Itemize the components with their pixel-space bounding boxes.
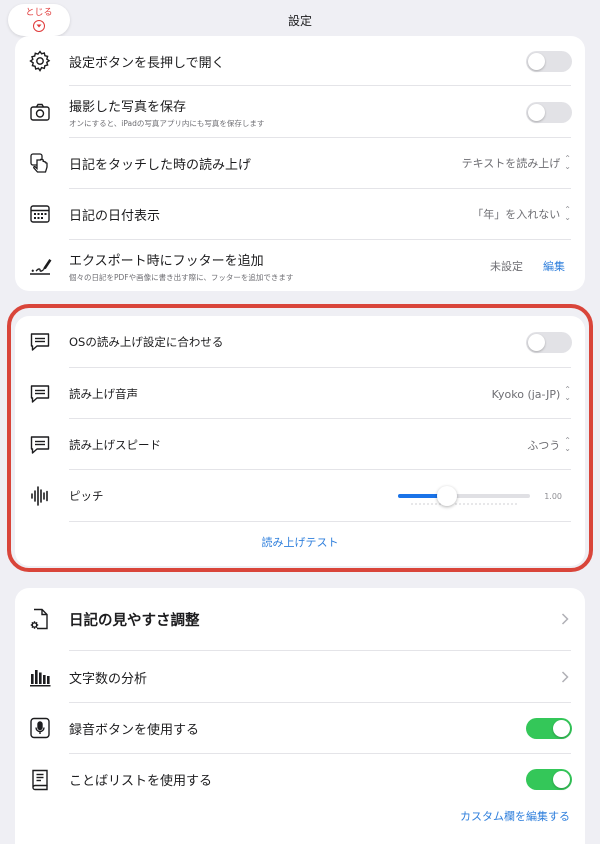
date-display-label: 日記の日付表示 — [69, 208, 161, 224]
export-footer-edit-link[interactable]: 編集 — [543, 258, 565, 274]
book-icon — [27, 766, 53, 792]
speed-select[interactable]: ふつう ⌃ ⌄ — [527, 437, 571, 453]
up-down-chevron-icon: ⌃ ⌄ — [564, 154, 571, 171]
pitch-label: ピッチ — [69, 489, 104, 503]
os-read-aloud-row: OSの読み上げ設定に合わせる — [15, 327, 585, 357]
speed-row[interactable]: 読み上げスピード ふつう ⌃ ⌄ — [15, 430, 585, 460]
touch-hand-icon — [27, 150, 53, 176]
bar-chart-icon — [27, 664, 53, 690]
up-down-chevron-icon: ⌃ ⌄ — [564, 436, 571, 453]
pitch-slider[interactable] — [398, 486, 530, 506]
divider — [69, 469, 571, 470]
long-press-settings-label: 設定ボタンを長押しで開く — [69, 55, 225, 71]
top-bar: とじる 設定 — [0, 0, 600, 40]
readability-label: 日記の見やすさ調整 — [69, 612, 200, 629]
divider — [69, 521, 571, 522]
toggle-knob — [553, 770, 570, 788]
pitch-slider-ticks — [410, 503, 518, 505]
toggle-knob — [528, 333, 545, 351]
record-button-label: 録音ボタンを使用する — [69, 722, 200, 738]
divider — [69, 753, 571, 754]
camera-icon — [27, 99, 53, 125]
char-count-label: 文字数の分析 — [69, 671, 148, 687]
speed-label: 読み上げスピード — [69, 438, 161, 452]
voice-select[interactable]: Kyoko (ja-JP) ⌃ ⌄ — [492, 386, 571, 402]
read-aloud-settings-card: OSの読み上げ設定に合わせる 読み上げ音声 Kyoko (ja-JP) ⌃ ⌄ 読… — [15, 316, 585, 566]
save-photo-toggle[interactable] — [526, 101, 572, 123]
char-count-row[interactable]: 文字数の分析 — [15, 662, 585, 692]
record-button-toggle[interactable] — [526, 717, 572, 739]
voice-row[interactable]: 読み上げ音声 Kyoko (ja-JP) ⌃ ⌄ — [15, 379, 585, 409]
divider — [69, 367, 571, 368]
read-aloud-test-button[interactable]: 読み上げテスト — [15, 534, 585, 550]
pitch-slider-thumb[interactable] — [436, 486, 457, 506]
save-photo-description: オンにすると、iPadの写真アプリ内にも写真を保存します — [69, 118, 265, 128]
word-list-toggle[interactable] — [526, 768, 572, 790]
save-photo-label: 撮影した写真を保存 — [69, 99, 187, 115]
document-gear-icon — [27, 606, 53, 632]
up-down-chevron-icon: ⌃ ⌄ — [564, 385, 571, 402]
touch-read-aloud-row[interactable]: 日記をタッチした時の読み上げ テキストを読み上げ ⌃ ⌄ — [15, 148, 585, 178]
microphone-icon — [27, 715, 53, 741]
divider — [69, 702, 571, 703]
os-read-aloud-label: OSの読み上げ設定に合わせる — [69, 335, 224, 349]
chevron-right-icon — [561, 613, 569, 625]
touch-read-aloud-value: テキストを読み上げ — [461, 157, 561, 170]
long-press-settings-row: 設定ボタンを長押しで開く — [15, 46, 585, 76]
long-press-settings-toggle[interactable] — [526, 50, 572, 72]
readability-row[interactable]: 日記の見やすさ調整 — [15, 604, 585, 634]
touch-read-aloud-label: 日記をタッチした時の読み上げ — [69, 157, 252, 173]
speed-value: ふつう — [527, 439, 561, 452]
toggle-knob — [553, 719, 570, 737]
general-settings-card: 設定ボタンを長押しで開く 撮影した写真を保存 オンにすると、iPadの写真アプリ… — [15, 36, 585, 291]
edit-custom-field-link[interactable]: カスタム欄を編集する — [460, 808, 570, 824]
divider — [69, 137, 571, 138]
voice-label: 読み上げ音声 — [69, 387, 138, 401]
touch-read-aloud-select[interactable]: テキストを読み上げ ⌃ ⌄ — [462, 155, 571, 171]
voice-value: Kyoko (ja-JP) — [491, 387, 561, 401]
divider — [69, 188, 571, 189]
chevron-right-icon — [561, 671, 569, 683]
export-footer-value: 未設定 — [490, 260, 523, 273]
gear-icon — [27, 48, 53, 74]
export-footer-description: 個々の日記をPDFや画像に書き出す際に、フッターを追加できます — [69, 272, 294, 282]
calendar-icon — [27, 201, 53, 227]
divider — [69, 418, 571, 419]
signature-icon — [27, 253, 53, 279]
waveform-icon — [27, 483, 53, 509]
word-list-label: ことばリストを使用する — [69, 773, 213, 789]
divider — [69, 650, 571, 651]
page-title: 設定 — [287, 14, 312, 28]
date-display-value: 「年」を入れない — [472, 208, 561, 221]
up-down-chevron-icon: ⌃ ⌄ — [564, 205, 571, 222]
pitch-value: 1.00 — [544, 491, 562, 501]
export-footer-label: エクスポート時にフッターを追加 — [69, 253, 264, 269]
toggle-knob — [528, 52, 545, 70]
date-display-select[interactable]: 「年」を入れない ⌃ ⌄ — [472, 206, 571, 222]
divider — [69, 239, 571, 240]
speech-bubble-icon — [27, 381, 53, 407]
display-settings-card: 日記の見やすさ調整 文字数の分析 録音ボタンを使用する ことばリストを使用する … — [15, 588, 585, 844]
toggle-knob — [528, 103, 545, 121]
save-photo-row: 撮影した写真を保存 オンにすると、iPadの写真アプリ内にも写真を保存します — [15, 93, 585, 131]
speech-bubble-icon — [27, 432, 53, 458]
date-display-row[interactable]: 日記の日付表示 「年」を入れない ⌃ ⌄ — [15, 199, 585, 229]
word-list-row: ことばリストを使用する — [15, 764, 585, 794]
record-button-row: 録音ボタンを使用する — [15, 713, 585, 743]
export-footer-row: エクスポート時にフッターを追加 個々の日記をPDFや画像に書き出す際に、フッター… — [15, 247, 585, 285]
os-read-aloud-toggle[interactable] — [526, 331, 572, 353]
speech-bubble-icon — [27, 329, 53, 355]
pitch-row: ピッチ 1.00 — [15, 481, 585, 511]
divider — [69, 85, 571, 86]
